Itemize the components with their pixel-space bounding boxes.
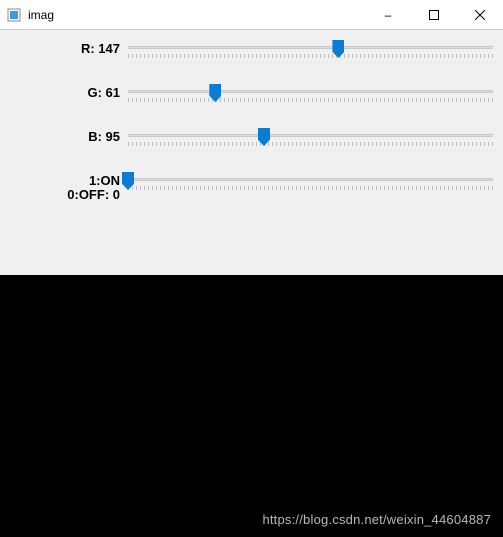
maximize-button[interactable] xyxy=(411,0,457,30)
close-button[interactable] xyxy=(457,0,503,30)
trackbar-b-label: B: 95 xyxy=(0,128,128,144)
maximize-icon xyxy=(429,10,439,20)
close-icon xyxy=(475,10,485,20)
trackbar-r-track[interactable] xyxy=(128,40,493,58)
image-canvas xyxy=(0,275,503,537)
trackbar-r-label: R: 147 xyxy=(0,40,128,56)
trackbar-g: G: 61 xyxy=(0,84,493,102)
trackbar-g-track[interactable] xyxy=(128,84,493,102)
minimize-button[interactable]: – xyxy=(365,0,411,30)
trackbar-switch-label: 1:ON 0:OFF: 0 xyxy=(0,172,128,202)
window-title: imag xyxy=(28,8,54,22)
trackbar-switch-track[interactable] xyxy=(128,172,493,190)
trackbar-b-track[interactable] xyxy=(128,128,493,146)
trackbar-g-label: G: 61 xyxy=(0,84,128,100)
trackbar-panel: R: 147 G: 61 B: 95 1:ON 0:OFF: 0 xyxy=(0,30,503,236)
app-icon xyxy=(6,7,22,23)
titlebar: imag – xyxy=(0,0,503,30)
trackbar-switch: 1:ON 0:OFF: 0 xyxy=(0,172,493,202)
watermark-text: https://blog.csdn.net/weixin_44604887 xyxy=(262,512,491,527)
trackbar-r: R: 147 xyxy=(0,40,493,58)
trackbar-b: B: 95 xyxy=(0,128,493,146)
